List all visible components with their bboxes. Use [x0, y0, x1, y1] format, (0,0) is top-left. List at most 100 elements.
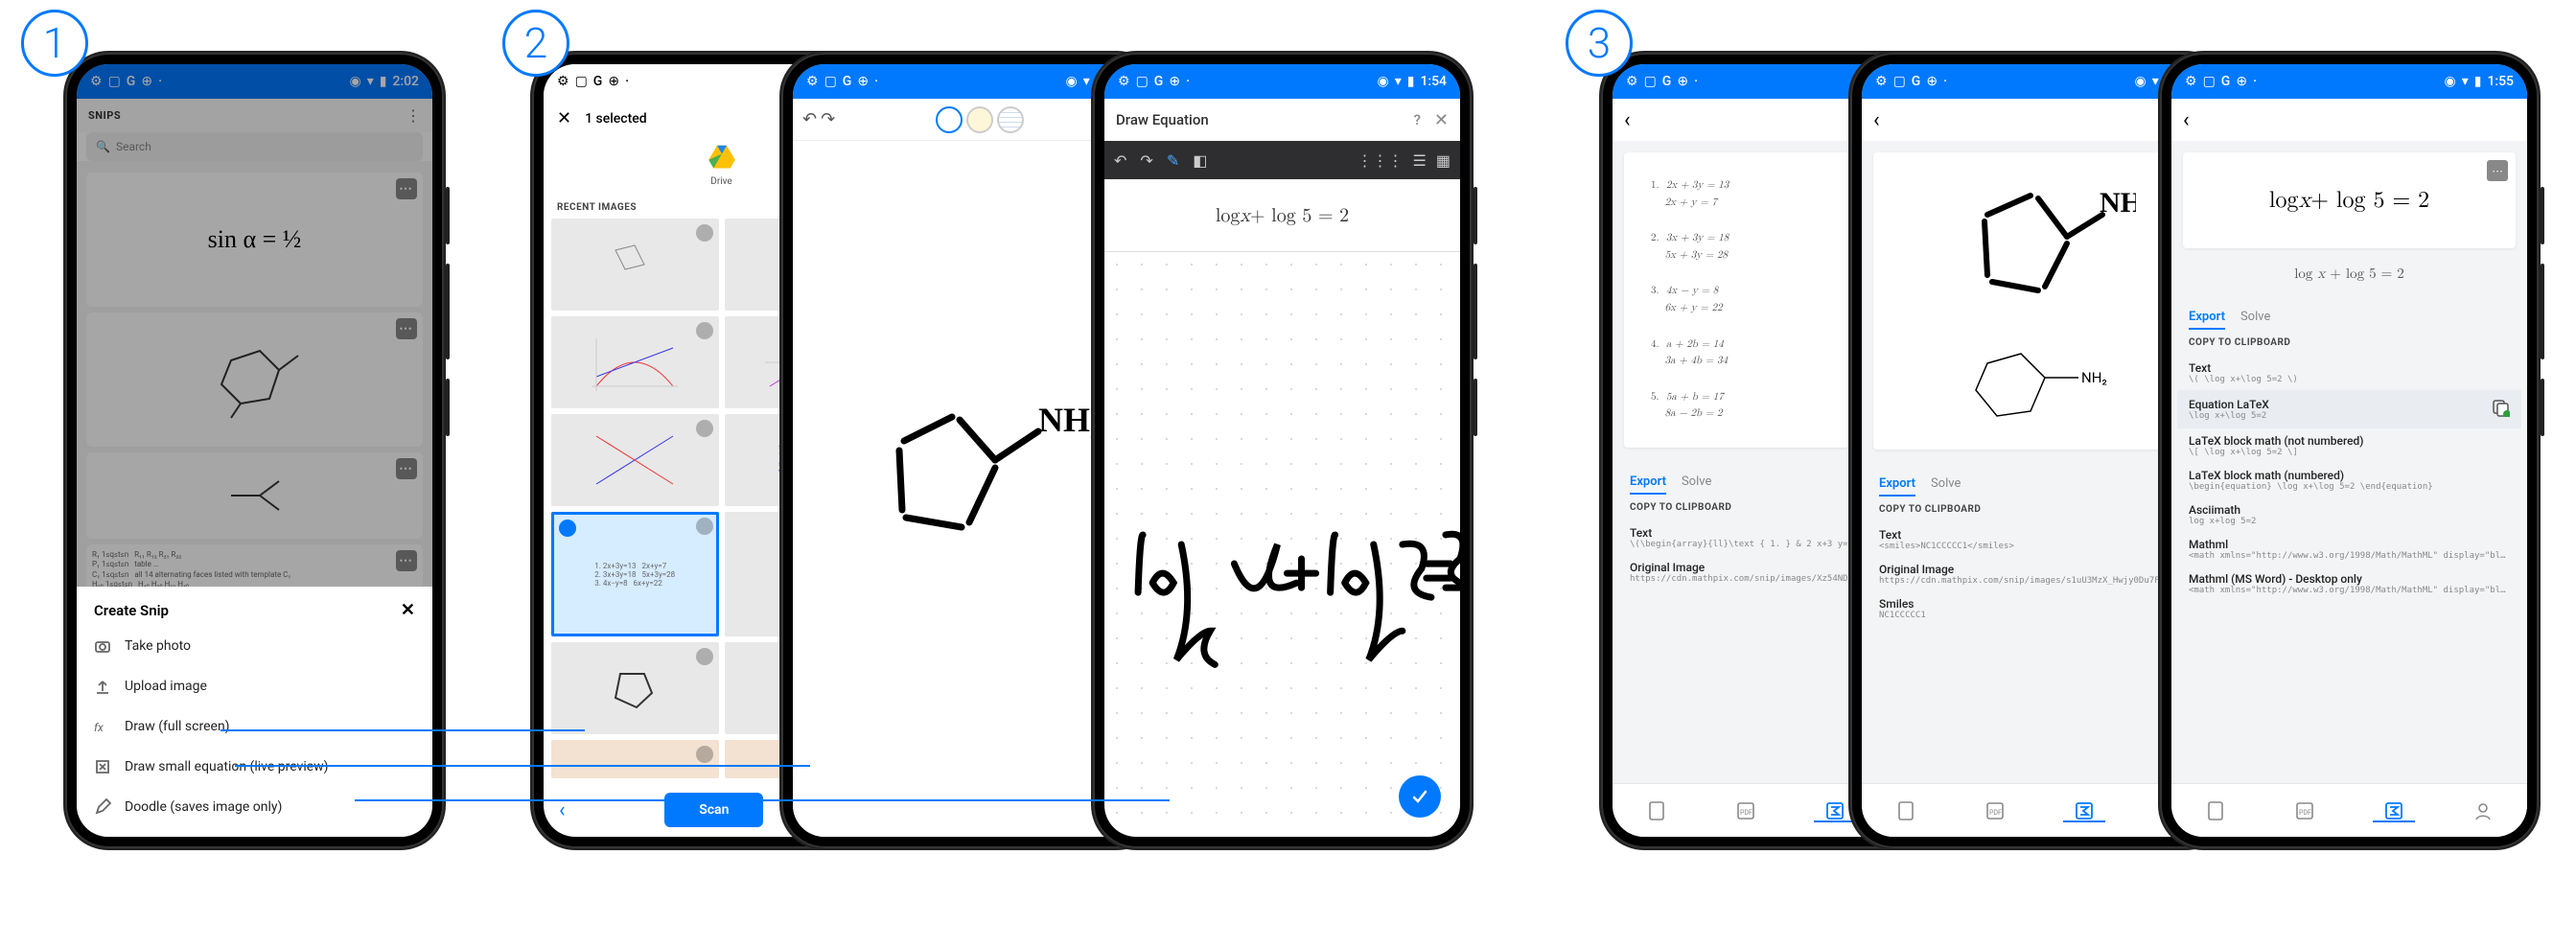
tab-solve[interactable]: Solve	[1931, 476, 1961, 497]
sheet-title-label: Create Snip	[94, 602, 169, 619]
back-icon[interactable]: ‹	[1873, 108, 1880, 132]
tab-sigma[interactable]	[2373, 800, 2415, 821]
expand-icon[interactable]	[696, 322, 713, 339]
gallery-thumb[interactable]	[551, 642, 719, 734]
copy-option-asciimath[interactable]: Asciimathlog x+log 5=2	[2189, 497, 2510, 532]
expand-icon[interactable]	[696, 420, 713, 437]
step-badge-1: 1	[21, 10, 88, 77]
copy-icon[interactable]	[2491, 398, 2510, 421]
gallery-thumb[interactable]	[551, 219, 719, 311]
equation-canvas[interactable]	[1104, 252, 1460, 837]
action-draw-full[interactable]: fx Draw (full screen)	[77, 706, 432, 747]
handwritten-equation	[1104, 252, 1460, 837]
copy-option-latex-block-numbered[interactable]: LaTeX block math (numbered)\begin{equati…	[2189, 463, 2510, 497]
help-icon[interactable]: ?	[1414, 111, 1421, 128]
confirm-fab[interactable]	[1399, 775, 1441, 818]
svg-text:PDF: PDF	[1740, 809, 1752, 817]
paper-style-yellow[interactable]	[966, 106, 993, 133]
copy-option-original-image[interactable]: Original Imagehttps://cdn.mathpix.com/sn…	[1879, 557, 2200, 591]
tab-export[interactable]: Export	[1879, 476, 1915, 497]
gallery-thumb[interactable]	[551, 316, 719, 408]
phone-4-draw-equation: ⚙▢G⊕· ◉▾▮1:54 Draw Equation ? ✕ ↶ ↷ ✎ ◧ …	[1093, 53, 1472, 848]
tab-export[interactable]: Export	[1630, 474, 1666, 495]
copy-option-smiles[interactable]: SmilesNC1CCCCC1	[1879, 591, 2200, 626]
expand-icon[interactable]	[696, 746, 713, 763]
redo-icon[interactable]: ↷	[1140, 151, 1152, 170]
tab-pdf[interactable]: PDF	[1974, 800, 2016, 821]
action-upload-image[interactable]: Upload image	[77, 666, 432, 706]
drive-icon	[708, 142, 736, 171]
result-preview: NH₂ NH₂	[1873, 152, 2206, 450]
tab-pdf[interactable]: PDF	[1725, 800, 1767, 821]
action-doodle[interactable]: Doodle (saves image only)	[77, 787, 432, 827]
svg-text:NH₂: NH₂	[2100, 187, 2136, 219]
expand-icon[interactable]	[696, 648, 713, 665]
action-label: Take photo	[125, 638, 191, 654]
tab-sigma[interactable]	[2063, 800, 2105, 821]
copy-option-mathml-word[interactable]: Mathml (MS Word) - Desktop only<math xml…	[2189, 566, 2510, 601]
export-tabs: Export Solve	[1879, 476, 2200, 497]
close-icon[interactable]: ✕	[557, 108, 571, 128]
copy-option-equation-latex[interactable]: Equation LaTeX\log x+\log 5=2	[2177, 390, 2521, 428]
back-icon[interactable]: ‹	[2183, 108, 2190, 132]
tab-doc[interactable]	[2194, 800, 2237, 821]
tab-export[interactable]: Export	[2189, 310, 2225, 330]
expand-icon[interactable]	[696, 518, 713, 535]
gallery-thumb[interactable]	[551, 740, 719, 778]
close-icon[interactable]: ✕	[1434, 110, 1449, 130]
grid-lines-icon[interactable]: ☰	[1413, 151, 1427, 170]
grid-full-icon[interactable]: ▦	[1436, 151, 1450, 170]
copy-option-text[interactable]: Text<smiles>NC1CCCCC1</smiles>	[1879, 522, 2200, 557]
camera-icon	[94, 637, 111, 655]
rendered-molecule: NH₂	[1959, 344, 2122, 430]
back-icon[interactable]: ‹	[1624, 108, 1631, 132]
page-title: Draw Equation	[1116, 111, 1209, 128]
doodle-drawing: NH₂	[847, 364, 1096, 613]
tab-doc[interactable]	[1636, 800, 1678, 821]
action-take-photo[interactable]: Take photo	[77, 626, 432, 666]
scan-button[interactable]: Scan	[664, 793, 763, 827]
back-icon[interactable]: ‹	[559, 798, 566, 822]
eraser-icon[interactable]: ◧	[1193, 151, 1207, 170]
tab-doc[interactable]	[1885, 800, 1927, 821]
pencil-icon	[94, 798, 111, 816]
clock-label: 1:55	[2487, 74, 2514, 89]
copy-option-latex-block[interactable]: LaTeX block math (not numbered)\[ \log x…	[2189, 428, 2510, 463]
check-icon	[1410, 787, 1429, 806]
action-draw-small[interactable]: Draw small equation (live preview)	[77, 747, 432, 787]
phone-7-result-equation: ⚙▢G⊕· ◉▾▮1:55 ‹ log x + log 5 = 2 ⋯ log …	[2160, 53, 2539, 848]
tab-profile[interactable]	[2462, 800, 2504, 821]
redo-icon[interactable]: ↷	[821, 109, 835, 129]
result-preview-large: log x + log 5 = 2 ⋯	[2183, 152, 2516, 248]
copy-option-text[interactable]: Text\( \log x+\log 5=2 \)	[2189, 356, 2510, 390]
paper-style-blank[interactable]	[936, 106, 963, 133]
hand-molecule: NH₂	[1944, 172, 2136, 315]
equation-live-preview: log x + log 5 = 2	[1104, 179, 1460, 252]
tab-solve[interactable]: Solve	[1682, 474, 1711, 495]
bottom-tabs: PDF	[2171, 783, 2527, 837]
svg-text:PDF: PDF	[2299, 809, 2311, 817]
expand-icon[interactable]	[696, 224, 713, 242]
step-badge-3: 3	[1566, 10, 1633, 77]
svg-text:NH₂: NH₂	[2081, 369, 2107, 386]
fx-icon: fx	[94, 718, 111, 735]
tab-pdf[interactable]: PDF	[2284, 800, 2326, 821]
undo-icon[interactable]: ↶	[802, 109, 817, 129]
copy-option-mathml[interactable]: Mathml<math xmlns="http://www.w3.org/199…	[2189, 532, 2510, 566]
connector-drawsmall-to-equation	[355, 799, 1170, 801]
paper-style-lined[interactable]	[997, 106, 1024, 133]
gallery-thumb[interactable]	[551, 414, 719, 506]
svg-text:fx: fx	[94, 721, 104, 734]
drive-label: Drive	[710, 176, 731, 187]
undo-icon[interactable]: ↶	[1114, 151, 1126, 170]
grid-dots-icon[interactable]: ⋮⋮⋮	[1358, 151, 1404, 170]
pen-icon[interactable]: ✎	[1167, 151, 1179, 170]
close-icon[interactable]: ✕	[401, 600, 415, 620]
equation-toolbar: ↶ ↷ ✎ ◧ ⋮⋮⋮ ☰ ▦	[1104, 141, 1460, 179]
tab-solve[interactable]: Solve	[2240, 310, 2270, 330]
equation-header: Draw Equation ? ✕	[1104, 99, 1460, 141]
snip-menu-icon[interactable]: ⋯	[2487, 160, 2508, 181]
gallery-thumb-selected[interactable]: 1. 2x+3y=13 2x+y=72. 3x+3y=18 5x+3y=283.…	[551, 512, 719, 636]
action-label: Draw (full screen)	[125, 719, 230, 734]
connector-drawfull-to-doodle	[235, 765, 810, 767]
